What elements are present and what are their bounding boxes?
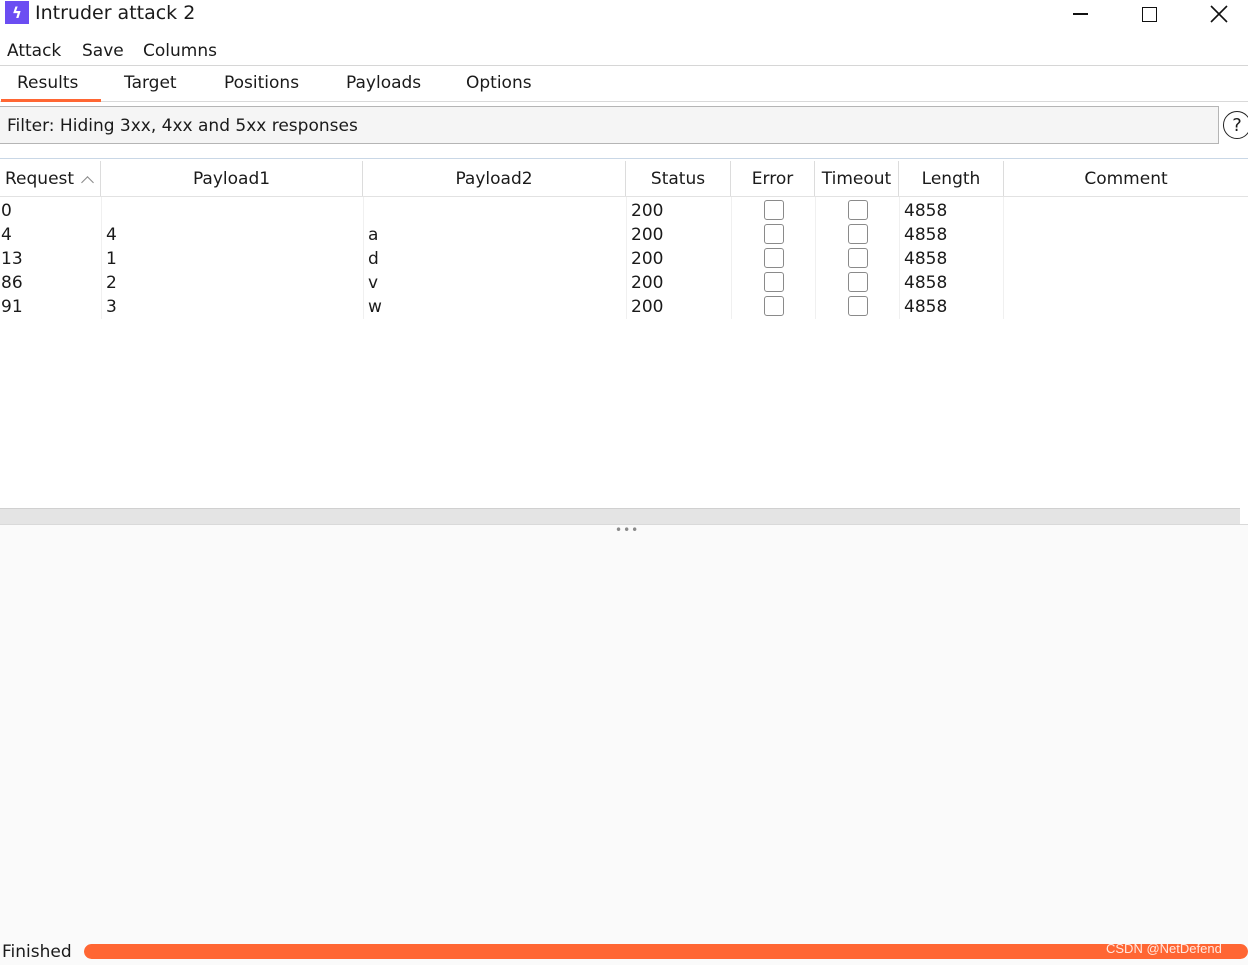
minimize-icon: [1072, 13, 1088, 15]
timeout-checkbox[interactable]: [848, 272, 868, 292]
cell-status: 200: [631, 297, 664, 317]
column-header-request[interactable]: Request: [0, 161, 101, 197]
active-tab-indicator: [1, 99, 101, 102]
table-row[interactable]: 13 1 d 200 4858: [0, 247, 1004, 271]
title-bar: ϟ Intruder attack 2: [0, 0, 1248, 30]
tab-positions[interactable]: Positions: [224, 71, 299, 95]
timeout-checkbox[interactable]: [848, 224, 868, 244]
cell-payload1: 3: [106, 297, 117, 317]
maximize-icon: [1141, 6, 1157, 22]
filter-text: Filter: Hiding 3xx, 4xx and 5xx response…: [7, 116, 358, 136]
menu-bar: Attack Save Columns: [0, 36, 1248, 66]
column-header-comment[interactable]: Comment: [1004, 161, 1248, 197]
cell-request: 0: [1, 201, 12, 221]
timeout-checkbox[interactable]: [848, 200, 868, 220]
error-checkbox[interactable]: [764, 272, 784, 292]
drag-handle-icon: •••: [615, 523, 640, 537]
cell-length: 4858: [904, 249, 948, 269]
cell-payload2: v: [368, 273, 379, 293]
error-checkbox[interactable]: [764, 224, 784, 244]
cell-status: 200: [631, 273, 664, 293]
status-bar: Finished CSDN @NetDefend: [0, 938, 1248, 965]
timeout-checkbox[interactable]: [848, 248, 868, 268]
table-row[interactable]: 4 4 a 200 4858: [0, 223, 1004, 247]
cell-payload2: d: [368, 249, 379, 269]
cell-payload1: 2: [106, 273, 117, 293]
lightning-icon: ϟ: [5, 1, 29, 24]
tab-bar: Results Target Positions Payloads Option…: [0, 67, 1248, 102]
cell-status: 200: [631, 201, 664, 221]
question-icon[interactable]: ?: [1223, 111, 1248, 139]
column-header-payload1[interactable]: Payload1: [101, 161, 363, 197]
cell-payload1: 1: [106, 249, 117, 269]
table-row[interactable]: 86 2 v 200 4858: [0, 271, 1004, 295]
cell-length: 4858: [904, 225, 948, 245]
pane-splitter[interactable]: •••: [0, 523, 1248, 537]
tab-options[interactable]: Options: [466, 71, 532, 95]
column-header-status[interactable]: Status: [626, 161, 731, 197]
cell-payload1: 4: [106, 225, 117, 245]
column-header-length[interactable]: Length: [899, 161, 1004, 197]
minimize-button[interactable]: [1057, 0, 1103, 28]
results-table: Request Payload1 Payload2 Status Error T…: [0, 158, 1248, 508]
detail-pane: [0, 534, 1248, 938]
error-checkbox[interactable]: [764, 248, 784, 268]
cell-length: 4858: [904, 201, 948, 221]
sort-ascending-icon: [81, 175, 94, 189]
cell-request: 91: [1, 297, 23, 317]
cell-request: 4: [1, 225, 12, 245]
tab-results[interactable]: Results: [17, 71, 78, 95]
cell-payload2: w: [368, 297, 382, 317]
filter-bar[interactable]: Filter: Hiding 3xx, 4xx and 5xx response…: [0, 106, 1219, 144]
column-header-timeout[interactable]: Timeout: [815, 161, 899, 197]
table-row[interactable]: 91 3 w 200 4858: [0, 295, 1004, 319]
column-header-label: Request: [5, 169, 75, 189]
watermark: CSDN @NetDefend: [1106, 941, 1222, 956]
column-header-error[interactable]: Error: [731, 161, 815, 197]
status-text: Finished: [2, 942, 72, 962]
cell-request: 86: [1, 273, 23, 293]
cell-payload2: a: [368, 225, 379, 245]
cell-request: 13: [1, 249, 23, 269]
error-checkbox[interactable]: [764, 200, 784, 220]
progress-fill: [84, 944, 1248, 959]
window-title: Intruder attack 2: [35, 2, 196, 24]
menu-attack[interactable]: Attack: [7, 39, 61, 63]
horizontal-scrollbar[interactable]: [0, 508, 1240, 524]
tab-target[interactable]: Target: [124, 71, 177, 95]
timeout-checkbox[interactable]: [848, 296, 868, 316]
close-icon: [1210, 5, 1228, 23]
table-row[interactable]: 0 200 4858: [0, 199, 1004, 223]
cell-status: 200: [631, 249, 664, 269]
cell-length: 4858: [904, 297, 948, 317]
maximize-button[interactable]: [1126, 0, 1172, 28]
cell-length: 4858: [904, 273, 948, 293]
tab-payloads[interactable]: Payloads: [346, 71, 421, 95]
header-divider: [0, 196, 1248, 197]
progress-bar: [84, 944, 1248, 959]
cell-status: 200: [631, 225, 664, 245]
column-header-payload2[interactable]: Payload2: [363, 161, 626, 197]
menu-save[interactable]: Save: [82, 39, 124, 63]
error-checkbox[interactable]: [764, 296, 784, 316]
close-button[interactable]: [1196, 0, 1242, 28]
menu-columns[interactable]: Columns: [143, 39, 217, 63]
